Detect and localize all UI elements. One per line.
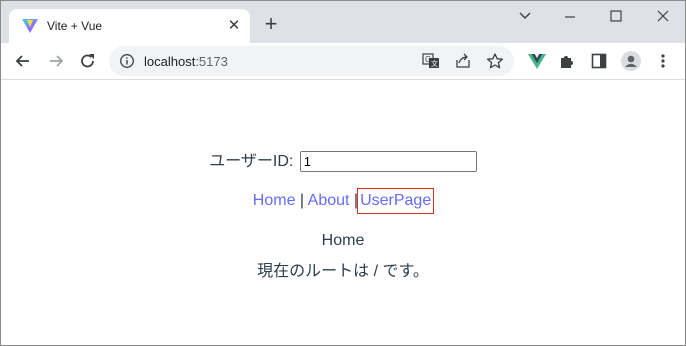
window-close-icon[interactable]: [651, 5, 675, 27]
share-icon[interactable]: [454, 53, 472, 69]
page-title: Home: [321, 232, 365, 249]
tab-strip: Vite + Vue ✕ +: [1, 1, 685, 43]
url-text: localhost:5173: [144, 54, 228, 69]
vue-devtools-icon[interactable]: [528, 53, 546, 69]
menu-kebab-icon[interactable]: [660, 53, 666, 69]
page-content: ユーザーID: Home | About |UserPage Home 現在のル…: [1, 81, 685, 345]
profile-avatar-icon[interactable]: [621, 51, 641, 71]
tab-title: Vite + Vue: [47, 19, 103, 33]
browser-tab[interactable]: Vite + Vue ✕: [9, 9, 250, 43]
url-port: :5173: [195, 54, 228, 69]
bookmark-star-icon[interactable]: [486, 53, 504, 69]
tab-search-chevron-icon[interactable]: [513, 5, 537, 27]
forward-arrow-icon[interactable]: [46, 51, 66, 71]
vite-logo-icon: [22, 19, 38, 33]
reload-icon[interactable]: [78, 51, 98, 71]
userid-input[interactable]: [299, 151, 477, 173]
nav-separator: |: [299, 192, 305, 209]
nav-links: Home | About | UserPage: [1, 188, 685, 214]
translate-icon[interactable]: G 文: [422, 53, 440, 69]
maximize-icon[interactable]: [604, 5, 628, 27]
address-bar[interactable]: localhost:5173 G 文: [109, 46, 514, 76]
nav-link-userpage[interactable]: UserPage: [357, 188, 435, 214]
svg-text:文: 文: [431, 59, 438, 68]
nav-link-home[interactable]: Home: [253, 192, 296, 209]
new-tab-button[interactable]: +: [261, 13, 281, 35]
userid-row: ユーザーID:: [1, 151, 685, 173]
site-info-icon[interactable]: [119, 53, 135, 69]
close-tab-icon[interactable]: ✕: [226, 18, 242, 34]
extensions-puzzle-icon[interactable]: [559, 53, 575, 69]
nav-link-about[interactable]: About: [308, 192, 350, 209]
back-arrow-icon[interactable]: [13, 51, 33, 71]
userid-label: ユーザーID:: [209, 153, 294, 170]
minimize-icon[interactable]: [558, 5, 582, 27]
route-info-text: 現在のルートは / です。: [257, 263, 429, 280]
url-host: localhost: [144, 54, 196, 69]
browser-toolbar: localhost:5173 G 文: [1, 43, 685, 80]
side-panel-icon[interactable]: [591, 53, 607, 69]
